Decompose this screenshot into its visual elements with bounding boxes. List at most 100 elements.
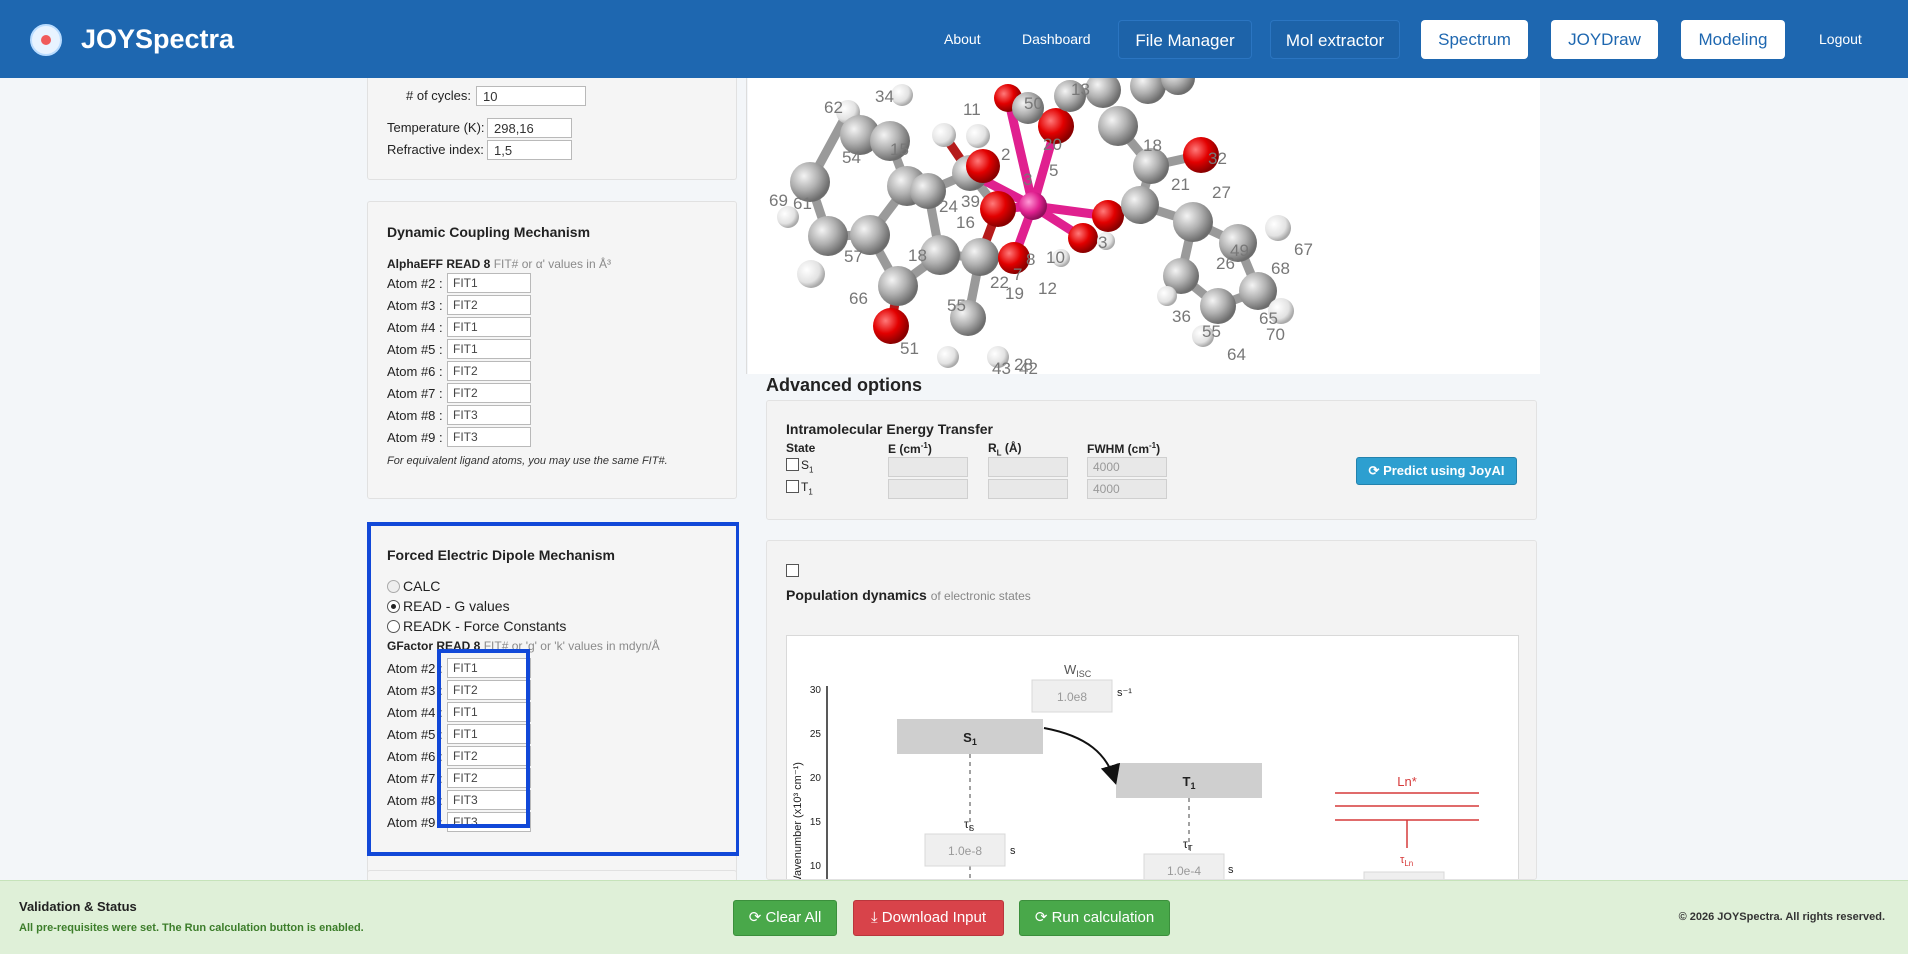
state-s1-row[interactable]: S1 (786, 458, 813, 474)
atom-row: Atom #3 : (387, 295, 547, 317)
temperature-input[interactable] (487, 118, 572, 138)
tau-ln-label: τLn (1400, 854, 1413, 868)
molecule-canvas[interactable]: 623469 6154 1511 501323 520 183239241621 2757 1… (748, 78, 1540, 374)
atom-number-label: 64 (1227, 345, 1246, 364)
population-dynamics-title: Population dynamics of electronic states (786, 587, 1031, 603)
atom-fit-input[interactable] (447, 339, 531, 359)
top-navbar: JOYSpectra About Dashboard File Manager … (0, 0, 1908, 78)
run-calculation-button[interactable]: ⟳ Run calculation (1019, 900, 1170, 936)
validation-footer: Validation & Status All pre-requisites w… (0, 880, 1908, 954)
energy-diagram-svg: 30 25 20 15 10 Wavenumber (x10³ cm⁻¹) WI… (792, 662, 1479, 880)
atom-number-label: 21 (1171, 175, 1190, 194)
atom-fit-input[interactable] (447, 295, 531, 315)
atom-number-label: 34 (875, 87, 894, 106)
s1-rl-input[interactable] (988, 457, 1068, 477)
y-axis-ticks: 30 25 20 15 10 (810, 685, 822, 872)
left-settings-column: # of cycles: Temperature (K): Refractive… (367, 78, 739, 880)
cycles-input[interactable] (476, 86, 586, 106)
atom-number-label: 62 (824, 98, 843, 117)
t1-rl-input[interactable] (988, 479, 1068, 499)
atom-fit-input[interactable] (447, 427, 531, 447)
temperature-label: Temperature (K): (387, 120, 485, 135)
atom-number-label: 26 (1216, 254, 1235, 273)
atom-label: Atom #8 : (387, 408, 443, 423)
w-isc-value: 1.0e8 (1057, 690, 1087, 704)
brand-logo-icon[interactable] (30, 24, 62, 56)
tau-t-label: τT (1183, 837, 1193, 853)
s1-fwhm-input[interactable]: 4000 (1087, 457, 1167, 477)
energy-transfer-title: Intramolecular Energy Transfer (786, 421, 993, 437)
atom-number-label: 2 (1001, 145, 1010, 164)
nav-modeling-button[interactable]: Modeling (1681, 20, 1785, 59)
t1-fwhm-input[interactable]: 4000 (1087, 479, 1167, 499)
atom-number-label: 39 (961, 192, 980, 211)
download-input-button[interactable]: ⤓ Download Input (853, 900, 1004, 936)
predict-joyai-button[interactable]: ⟳ Predict using JoyAI (1356, 457, 1517, 485)
svg-text:25: 25 (810, 729, 822, 740)
atom-number-label: 36 (1172, 307, 1191, 326)
equivalent-atoms-note: For equivalent ligand atoms, you may use… (387, 455, 668, 467)
tau-t-value: 1.0e-4 (1167, 864, 1201, 878)
atom-number-label: 69 (769, 191, 788, 210)
viewer-divider (746, 78, 747, 374)
atom-label: Atom #9 : (387, 430, 443, 445)
atom-row: Atom #8 : (387, 405, 547, 427)
atom-row: Atom #5 : (387, 339, 547, 361)
atom-fit-input[interactable] (447, 317, 531, 337)
state-s1-checkbox[interactable] (786, 458, 799, 471)
population-dynamics-checkbox[interactable] (786, 564, 799, 577)
state-t1-row[interactable]: T1 (786, 480, 813, 496)
atom-number-label: 61 (793, 194, 812, 213)
atom-label: Atom #7 : (387, 386, 443, 401)
nav-file-manager-button[interactable]: File Manager (1118, 20, 1252, 59)
next-panel-edge (367, 870, 737, 880)
atom-fit-input[interactable] (447, 361, 531, 381)
atom-fit-input[interactable] (447, 383, 531, 403)
validation-title: Validation & Status (19, 899, 137, 914)
tau-s-label: τS (964, 817, 974, 833)
refractive-index-label: Refractive index: (387, 142, 484, 157)
atom-number-label: 16 (956, 213, 975, 232)
nav-about-link[interactable]: About (944, 31, 981, 47)
y-axis-label: Wavenumber (x10³ cm⁻¹) (792, 762, 804, 880)
nav-joydraw-button[interactable]: JOYDraw (1551, 20, 1658, 59)
ln-levels (1335, 792, 1479, 848)
nav-spectrum-button[interactable]: Spectrum (1421, 20, 1528, 59)
atom-number-label: 3 (1023, 170, 1032, 189)
intramolecular-energy-transfer-box: Intramolecular Energy Transfer State E (… (766, 400, 1537, 520)
molecule-3d-viewer[interactable]: 62 34 69 61 54 15 11 50 13 2 3 5 20 18 32 39 24 16 21 27 57 1… (748, 78, 1540, 374)
refresh-icon: ⟳ (1034, 909, 1048, 926)
atom-number-label: 7 (1013, 265, 1022, 284)
general-settings-panel: # of cycles: Temperature (K): Refractive… (367, 78, 737, 180)
nav-dashboard-link[interactable]: Dashboard (1022, 31, 1091, 47)
tau-ln-input[interactable] (1363, 871, 1445, 880)
atom-label: Atom #3 : (387, 298, 443, 313)
nav-logout-link[interactable]: Logout (1819, 31, 1862, 47)
refractive-index-input[interactable] (487, 140, 572, 160)
col-rl-header: RL (Å) (988, 441, 1022, 458)
atom-number-label: 54 (842, 148, 861, 167)
w-isc-unit: s⁻¹ (1117, 687, 1132, 699)
atom-number-label: 55 (947, 296, 966, 315)
refresh-icon: ⟳ (1368, 463, 1380, 478)
atom-number-label: 66 (849, 289, 868, 308)
atom-number-label: 42 (1019, 359, 1038, 374)
atom-label: Atom #6 : (387, 364, 443, 379)
clear-all-button[interactable]: ⟳ Clear All (733, 900, 837, 936)
atom-number-label: 43 (992, 359, 1011, 374)
w-isc-label: WISC (1064, 662, 1092, 679)
population-dynamics-box: Population dynamics of electronic states… (766, 540, 1537, 880)
brand-name[interactable]: JOYSpectra (81, 24, 234, 55)
s1-energy-input[interactable] (888, 457, 968, 477)
atom-fit-input[interactable] (447, 273, 531, 293)
atom-number-label: 68 (1271, 259, 1290, 278)
atom-number-label: 50 (1024, 94, 1043, 113)
t1-energy-input[interactable] (888, 479, 968, 499)
state-t1-checkbox[interactable] (786, 480, 799, 493)
nav-mol-extractor-button[interactable]: Mol extractor (1270, 20, 1400, 59)
svg-text:15: 15 (810, 817, 822, 828)
alphaeff-header-muted: FIT# or α' values in Å³ (493, 257, 611, 271)
atom-fit-input[interactable] (447, 405, 531, 425)
copyright-text: © 2026 JOYSpectra. All rights reserved. (1678, 911, 1885, 923)
svg-text:10: 10 (810, 861, 822, 872)
